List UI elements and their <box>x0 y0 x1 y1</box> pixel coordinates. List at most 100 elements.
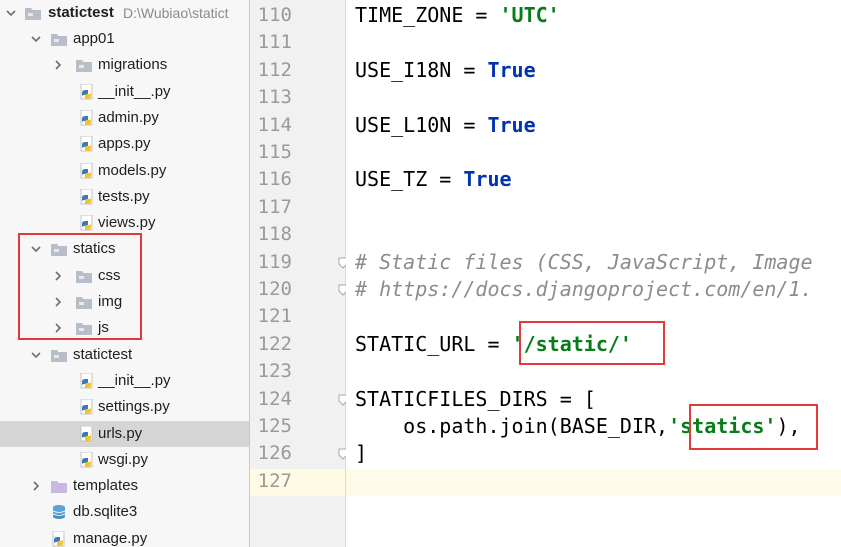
python-file-icon <box>80 109 93 126</box>
line-number: 111 <box>257 31 292 54</box>
tree-item-app01[interactable]: app01 <box>0 26 249 52</box>
line-number: 114 <box>257 113 292 136</box>
chevron-down-icon[interactable] <box>30 33 42 45</box>
tree-item-wsgi-py[interactable]: wsgi.py <box>0 447 249 473</box>
folder-icon <box>76 60 92 73</box>
tree-item-label: css <box>98 266 121 284</box>
line-number: 112 <box>257 58 292 81</box>
database-icon <box>52 505 66 520</box>
tree-item-label: models.py <box>98 161 167 179</box>
tree-root-row[interactable]: statictest D:\Wubiao\statict <box>0 0 249 26</box>
code-line[interactable]: USE_L10N = True <box>355 112 536 139</box>
chevron-down-icon[interactable] <box>30 349 42 361</box>
code-token: ), <box>776 414 801 438</box>
code-token: 'UTC' <box>499 3 560 27</box>
tree-item-img[interactable]: img <box>0 289 249 315</box>
line-number: 121 <box>257 305 292 328</box>
chevron-down-icon[interactable] <box>5 7 17 19</box>
tree-item-templates[interactable]: templates <box>0 473 249 499</box>
line-number: 117 <box>257 195 292 218</box>
line-number: 116 <box>257 168 292 191</box>
tree-item-statictest[interactable]: statictest <box>0 342 249 368</box>
chevron-right-icon[interactable] <box>52 296 64 308</box>
tree-item-label: settings.py <box>98 398 170 416</box>
code-token: USE_TZ = <box>355 167 464 192</box>
tree-item-label: admin.py <box>98 108 159 126</box>
tree-item-settings-py[interactable]: settings.py <box>0 394 249 420</box>
tree-item-label: statictest <box>73 345 133 363</box>
editor-gutter: 110 111 112 113 114 115 116 117 118 119 120 121 122 1… <box>250 0 348 547</box>
line-number: 124 <box>257 387 292 410</box>
tree-item-apps-py[interactable]: apps.py <box>0 131 249 157</box>
code-token: True <box>463 167 512 192</box>
tree-item-statics[interactable]: statics <box>0 236 249 262</box>
tree-item-init-py[interactable]: __init__.py <box>0 79 249 105</box>
tree-item-js[interactable]: js <box>0 315 249 341</box>
python-file-icon <box>80 372 93 389</box>
python-file-icon <box>80 425 93 441</box>
chevron-right-icon[interactable] <box>52 270 64 282</box>
tree-item-label: __init__.py <box>98 82 171 100</box>
tree-item-label: urls.py <box>98 424 143 442</box>
tree-item-models-py[interactable]: models.py <box>0 158 249 184</box>
python-file-icon <box>80 215 93 231</box>
tree-item-manage-py[interactable]: manage.py <box>0 526 249 547</box>
tree-item-db-sqlite3[interactable]: db.sqlite3 <box>0 499 249 525</box>
line-number: 110 <box>257 4 292 26</box>
code-token: # Static files (CSS, JavaScript, Image <box>355 249 813 274</box>
tree-item-label: tests.py <box>98 187 150 205</box>
code-token: # https://docs.djangoproject.com/en/1. <box>355 277 813 301</box>
line-number: 125 <box>257 415 292 437</box>
tree-item-tests-py[interactable]: tests.py <box>0 184 249 210</box>
tree-item-migrations[interactable]: migrations <box>0 52 249 78</box>
chevron-down-icon[interactable] <box>30 243 42 255</box>
code-line[interactable]: # Static files (CSS, JavaScript, Image <box>355 249 813 276</box>
code-token: True <box>487 57 536 82</box>
templates-folder-icon <box>51 481 67 494</box>
code-token: ] <box>355 441 368 466</box>
chevron-right-icon[interactable] <box>52 322 64 334</box>
tree-item-views-py[interactable]: views.py <box>0 210 249 236</box>
chevron-right-icon[interactable] <box>30 480 42 492</box>
code-line[interactable]: USE_I18N = True <box>355 57 536 84</box>
tree-item-urls-py[interactable]: urls.py <box>0 420 249 447</box>
code-line[interactable]: TIME_ZONE = 'UTC' <box>355 2 560 29</box>
tree-item-label: wsgi.py <box>98 450 149 468</box>
code-token: TIME_ZONE = <box>355 3 500 27</box>
current-line-highlight <box>346 469 841 496</box>
code-line[interactable]: STATICFILES_DIRS = [ <box>355 386 596 413</box>
tree-item-label: templates <box>73 477 139 495</box>
code-line[interactable]: USE_TZ = True <box>355 166 512 193</box>
code-token: os.path.join(BASE_DIR, <box>355 414 669 438</box>
tree-item-label: manage.py <box>73 529 148 547</box>
code-line[interactable]: os.path.join(BASE_DIR,'statics'), <box>355 413 801 440</box>
tree-item-label: img <box>98 293 123 310</box>
project-tree-panel: statictest D:\Wubiao\statict app01 migrat… <box>0 0 249 547</box>
folder-icon <box>76 323 92 336</box>
code-token: True <box>487 112 536 137</box>
tree-item-admin-py[interactable]: admin.py <box>0 105 249 131</box>
line-number: 123 <box>257 360 292 383</box>
line-number: 122 <box>257 332 292 355</box>
code-token: 'statics' <box>668 414 777 438</box>
python-file-icon <box>80 83 93 99</box>
code-token: STATIC_URL = <box>355 331 512 356</box>
tree-root-label: statictest <box>48 4 114 21</box>
code-token: STATICFILES_DIRS = [ <box>355 386 596 411</box>
tree-item-label: __init__.py <box>98 371 171 389</box>
folder-icon <box>51 244 67 257</box>
code-line[interactable]: STATIC_URL = '/static/' <box>355 331 632 358</box>
tree-item-label: apps.py <box>98 135 151 153</box>
chevron-right-icon[interactable] <box>52 59 64 71</box>
code-line[interactable]: # https://docs.djangoproject.com/en/1. <box>355 276 813 303</box>
tree-item-init-py[interactable]: __init__.py <box>0 368 249 394</box>
line-number: 126 <box>257 442 292 465</box>
folder-icon <box>51 34 67 46</box>
folder-icon <box>76 270 92 283</box>
python-file-icon <box>80 136 93 152</box>
code-line[interactable]: ] <box>355 440 367 467</box>
line-number: 119 <box>257 250 292 273</box>
python-file-icon <box>52 530 65 547</box>
code-editor[interactable]: TIME_ZONE = 'UTC' USE_I18N = True USE_L10N… <box>346 0 841 547</box>
tree-item-css[interactable]: css <box>0 263 249 289</box>
